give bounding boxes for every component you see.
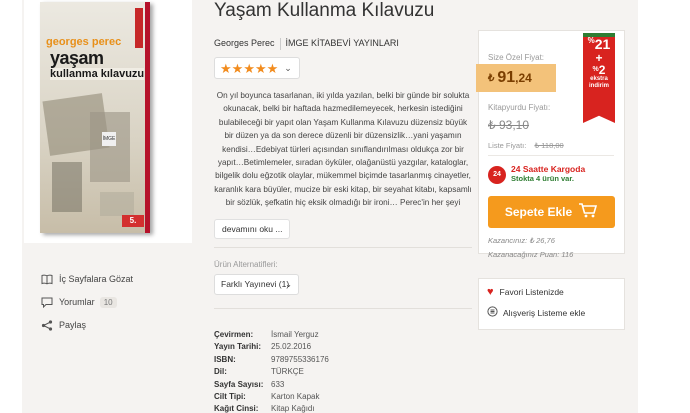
discount-percent: %21 bbox=[587, 36, 611, 52]
spec-key: Kağıt Cinsi: bbox=[214, 404, 259, 413]
special-price-label: Size Özel Fiyat: bbox=[488, 53, 545, 62]
spec-value: 9789755336176 bbox=[271, 354, 329, 364]
special-price: ₺ 91 ,24 bbox=[476, 64, 556, 92]
shopping-list-button[interactable]: Alışveriş Listeme ekle bbox=[487, 306, 585, 320]
browse-pages-link[interactable]: İç Sayfalara Gözat bbox=[40, 268, 133, 290]
favorite-label: Favori Listenizde bbox=[499, 287, 564, 297]
product-specs: Çevirmen: İsmail Yerguz Yayın Tarihi: 25.0… bbox=[214, 330, 329, 413]
kitapyurdu-price-label: Kitapyurdu Fiyatı: bbox=[488, 103, 551, 112]
spec-value: 25.02.2016 bbox=[271, 342, 312, 352]
cover-collage-2 bbox=[90, 112, 130, 182]
favorite-button[interactable]: ♥ Favori Listenizde bbox=[487, 286, 564, 298]
cover-title: yaşam bbox=[50, 48, 104, 68]
cargo-title: 24 Saatte Kargoda bbox=[511, 164, 586, 174]
extra-discount-value: 2 bbox=[598, 63, 606, 77]
spec-key: Sayfa Sayısı: bbox=[214, 379, 264, 389]
cover-spine-tag bbox=[135, 8, 143, 48]
spec-row: Çevirmen: İsmail Yerguz bbox=[214, 330, 329, 342]
spec-row: Kağıt Cinsi: Kitap Kağıdı bbox=[214, 404, 329, 413]
cargo-info: 24 24 Saatte Kargoda Stokta 4 ürün var. bbox=[488, 164, 585, 184]
spec-value: Kitap Kağıdı bbox=[271, 404, 315, 413]
divider bbox=[214, 308, 472, 309]
left-link-list: İç Sayfalara Gözat Yorumlar 10 Paylaş bbox=[40, 268, 133, 337]
list-price-row: Liste Fiyatı: ₺ 118,00 bbox=[488, 141, 564, 150]
list-price: ₺ 118,00 bbox=[534, 141, 564, 150]
spec-key: Cilt Tipi: bbox=[214, 391, 246, 401]
share-link[interactable]: Paylaş bbox=[40, 314, 133, 336]
spec-value: 633 bbox=[271, 379, 285, 389]
add-to-cart-label: Sepete Ekle bbox=[504, 205, 573, 219]
alternatives-select[interactable]: Farklı Yayınevi (1) ⌄ bbox=[214, 274, 299, 295]
price-cents: ,24 bbox=[515, 71, 532, 85]
heart-icon: ♥ bbox=[487, 286, 494, 298]
comments-label: Yorumlar bbox=[59, 297, 95, 307]
truck-icon: 24 bbox=[488, 166, 506, 184]
cover-author: georges perec bbox=[46, 36, 122, 48]
spec-key: ISBN: bbox=[214, 354, 236, 364]
ribbon-top-accent bbox=[583, 33, 615, 37]
publisher-link[interactable]: İMGE KİTABEVİ YAYINLARI bbox=[286, 38, 399, 50]
alternatives-label: Ürün Alternatifleri: bbox=[214, 260, 278, 269]
spec-value: Karton Kapak bbox=[271, 391, 320, 401]
list-price-label: Liste Fiyatı: bbox=[488, 141, 527, 150]
cover-publisher-logo: İMGE bbox=[102, 132, 116, 146]
price-main: 91 bbox=[497, 69, 516, 86]
spec-value: TÜRKÇE bbox=[271, 367, 304, 377]
comments-link[interactable]: Yorumlar 10 bbox=[40, 291, 133, 313]
stock-status: Stokta 4 ürün var. bbox=[511, 174, 574, 183]
extra-discount: %2 bbox=[592, 63, 606, 77]
cart-icon bbox=[578, 202, 598, 222]
browse-pages-label: İç Sayfalara Gözat bbox=[59, 274, 134, 284]
spec-key: Çevirmen: bbox=[214, 330, 254, 339]
kitapyurdu-price: ₺ 93,10 bbox=[488, 118, 529, 132]
spec-row: ISBN: 9789755336176 bbox=[214, 355, 329, 367]
divider bbox=[214, 247, 472, 248]
currency-symbol: ₺ bbox=[488, 72, 495, 84]
chevron-down-icon: ⌄ bbox=[285, 280, 292, 289]
spec-row: Sayfa Sayısı: 633 bbox=[214, 380, 329, 392]
chevron-down-icon: ⌄ bbox=[284, 62, 292, 73]
cover-edition-badge: 5. bbox=[122, 215, 144, 227]
star-icon: ★ bbox=[254, 60, 267, 76]
discount-value: 21 bbox=[594, 36, 611, 52]
author-link[interactable]: Georges Perec bbox=[214, 38, 275, 50]
spec-row: Dil: TÜRKÇE bbox=[214, 367, 329, 379]
read-more-button[interactable]: devamını oku ... bbox=[214, 219, 291, 239]
star-icon: ★ bbox=[220, 60, 232, 76]
extra-discount-label: ekstra indirim bbox=[588, 76, 609, 89]
list-icon bbox=[487, 306, 498, 320]
product-description: On yıl boyunca tasarlanan, iki yılda yaz… bbox=[214, 91, 472, 208]
spec-value[interactable]: İsmail Yerguz bbox=[271, 330, 319, 342]
spec-row: Cilt Tipi: Karton Kapak bbox=[214, 392, 329, 404]
discount-ribbon: %21 + %2 ekstra indirim bbox=[583, 33, 615, 123]
add-to-cart-button[interactable]: Sepete Ekle bbox=[488, 196, 615, 228]
divider bbox=[488, 155, 614, 156]
cover-collage-3 bbox=[52, 162, 82, 212]
comment-icon bbox=[40, 296, 53, 308]
book-cover-image[interactable]: georges perec yaşam kullanma kılavuzu İM… bbox=[40, 2, 150, 233]
star-icon: ★ bbox=[231, 60, 244, 76]
spec-key: Dil: bbox=[214, 367, 227, 377]
spec-key: Yayın Tarihi: bbox=[214, 342, 261, 352]
star-icon: ★ bbox=[243, 60, 255, 76]
product-title: Yaşam Kullanma Kılavuzu bbox=[214, 0, 435, 21]
cover-collage-4 bbox=[100, 192, 134, 216]
points-text: Kazanacağınız Puan: 116 bbox=[488, 250, 574, 259]
earnings-text: Kazancınız: ₺ 26,76 bbox=[488, 236, 555, 245]
alternatives-selected-value: Farklı Yayınevi (1) bbox=[221, 279, 290, 289]
cover-subtitle: kullanma kılavuzu bbox=[50, 68, 145, 80]
meta-divider bbox=[279, 38, 281, 50]
shopping-list-label: Alışveriş Listeme ekle bbox=[503, 308, 586, 318]
share-icon bbox=[40, 319, 53, 331]
spec-row: Yayın Tarihi: 25.02.2016 bbox=[214, 342, 329, 354]
book-icon bbox=[40, 273, 53, 285]
share-label: Paylaş bbox=[59, 320, 87, 330]
rating-dropdown[interactable]: ★ ★ ★ ★ ★ ⌄ bbox=[214, 57, 300, 79]
product-meta: Georges Perec İMGE KİTABEVİ YAYINLARI bbox=[214, 38, 399, 50]
star-icon: ★ bbox=[266, 60, 279, 76]
comments-count-badge: 10 bbox=[99, 296, 117, 308]
